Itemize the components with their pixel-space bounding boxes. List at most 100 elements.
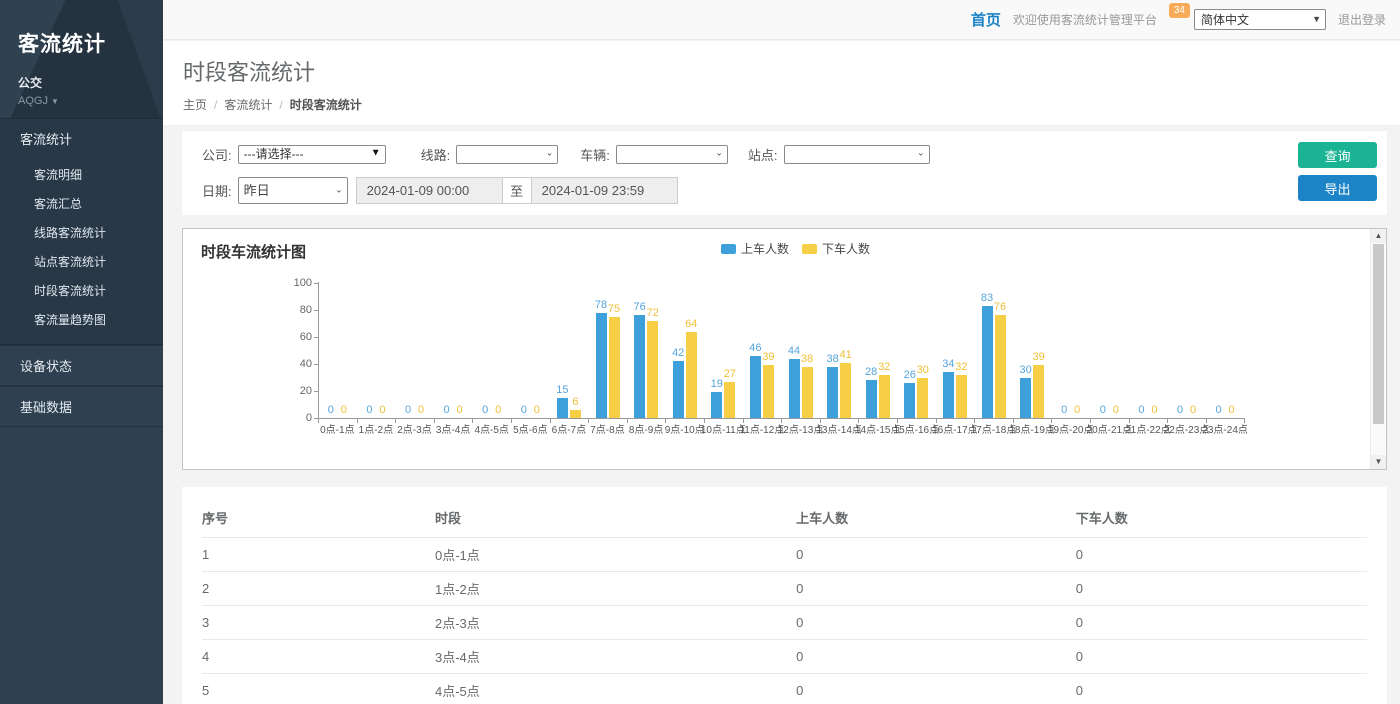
sidebar-subitem-线路客流统计[interactable]: 线路客流统计 [0, 218, 163, 247]
x-tick-label: 2点-3点 [395, 421, 434, 436]
bar-下车人数[interactable] [995, 315, 1006, 418]
sidebar-menu: 客流统计客流明细客流汇总线路客流统计站点客流统计时段客流统计客流量趋势图设备状态… [0, 118, 163, 427]
company-select[interactable]: ---请选择--- [238, 145, 386, 164]
language-select[interactable]: 简体中文 [1194, 9, 1326, 30]
vehicle-select-wrap: ⌄ [616, 145, 728, 164]
bar-上车人数[interactable] [827, 367, 838, 418]
filter-panel: 公司: ---请选择--- ▼ 线路: ⌄ 车辆: ⌄ 站点: [182, 131, 1387, 215]
breadcrumb-home[interactable]: 主页 [183, 96, 207, 113]
bar-上车人数[interactable] [596, 313, 607, 418]
bar-上车人数[interactable] [943, 372, 954, 418]
scroll-up-icon[interactable]: ▲ [1371, 229, 1386, 243]
table-header-cell: 时段 [435, 499, 796, 538]
chart-vertical-scrollbar[interactable]: ▲ ▼ [1370, 229, 1386, 469]
table-header-cell: 序号 [202, 499, 435, 538]
sidebar-item-客流统计[interactable]: 客流统计 [0, 118, 163, 158]
sidebar-subitem-客流明细[interactable]: 客流明细 [0, 160, 163, 189]
company-select-wrap: ---请选择--- ▼ [238, 145, 386, 164]
sidebar-subitem-站点客流统计[interactable]: 站点客流统计 [0, 247, 163, 276]
table-cell: 1 [202, 538, 435, 572]
bar-下车人数[interactable] [686, 332, 697, 418]
date-preset-select[interactable]: 昨日 [238, 177, 348, 204]
bar-上车人数[interactable] [982, 306, 993, 418]
bar-value-label: 6 [561, 396, 590, 408]
logout-link[interactable]: 退出登录 [1338, 11, 1386, 28]
sidebar-subitem-客流汇总[interactable]: 客流汇总 [0, 189, 163, 218]
bar-上车人数[interactable] [789, 359, 800, 418]
bar-下车人数[interactable] [647, 321, 658, 418]
date-start-input[interactable] [356, 177, 503, 204]
bar-value-label: 32 [947, 361, 976, 373]
y-tick-label: 80 [278, 304, 312, 316]
scrollbar-thumb[interactable] [1373, 244, 1384, 424]
x-tick-label: 22点-23点 [1167, 421, 1206, 436]
table-row[interactable]: 43点-4点00 [202, 640, 1367, 674]
y-tick-label: 0 [278, 412, 312, 424]
x-tick-label: 15点-16点 [897, 421, 936, 436]
line-select[interactable] [456, 145, 558, 164]
notification-badge[interactable]: 34 [1169, 3, 1190, 18]
vehicle-label: 车辆: [580, 145, 610, 164]
bar-下车人数[interactable] [1033, 365, 1044, 418]
table-row[interactable]: 32点-3点00 [202, 606, 1367, 640]
sidebar-subitem-时段客流统计[interactable]: 时段客流统计 [0, 276, 163, 305]
table-row[interactable]: 10点-1点00 [202, 538, 1367, 572]
table-cell: 1点-2点 [435, 572, 796, 606]
bar-上车人数[interactable] [673, 361, 684, 418]
vehicle-select[interactable] [616, 145, 728, 164]
home-link[interactable]: 首页 [971, 9, 1001, 30]
breadcrumb-current: 时段客流统计 [290, 96, 362, 113]
bar-下车人数[interactable] [724, 382, 735, 418]
table-row[interactable]: 54点-5点00 [202, 674, 1367, 704]
table-panel: 序号时段上车人数下车人数 10点-1点0021点-2点0032点-3点0043点… [182, 487, 1387, 704]
bar-下车人数[interactable] [802, 367, 813, 418]
sidebar-submenu: 客流明细客流汇总线路客流统计站点客流统计时段客流统计客流量趋势图 [0, 158, 163, 344]
breadcrumb-separator: / [279, 98, 282, 112]
scroll-down-icon[interactable]: ▼ [1371, 455, 1386, 469]
bar-下车人数[interactable] [609, 317, 620, 418]
bar-下车人数[interactable] [879, 375, 890, 418]
breadcrumb-section[interactable]: 客流统计 [224, 96, 272, 113]
table-cell: 0 [1076, 674, 1367, 704]
table-row[interactable]: 21点-2点00 [202, 572, 1367, 606]
x-tick-label: 4点-5点 [472, 421, 511, 436]
query-button[interactable]: 查询 [1298, 142, 1377, 168]
bar-value-label: 27 [715, 368, 744, 380]
x-tick-label: 1点-2点 [357, 421, 396, 436]
bar-下车人数[interactable] [763, 365, 774, 418]
sidebar-item-基础数据[interactable]: 基础数据 [0, 386, 163, 426]
station-select-wrap: ⌄ [784, 145, 930, 164]
bar-上车人数[interactable] [711, 392, 722, 418]
date-end-input[interactable] [531, 177, 678, 204]
table-cell: 4 [202, 640, 435, 674]
chart-plot-area: 0204060801000点-1点001点-2点002点-3点003点-4点00… [183, 229, 1370, 469]
table-cell: 3 [202, 606, 435, 640]
x-tick-label: 13点-14点 [820, 421, 859, 436]
bar-上车人数[interactable] [634, 315, 645, 418]
sidebar-subitem-客流量趋势图[interactable]: 客流量趋势图 [0, 305, 163, 334]
table-cell: 0 [1076, 640, 1367, 674]
table-body: 10点-1点0021点-2点0032点-3点0043点-4点0054点-5点00… [202, 538, 1367, 704]
app-window: 客流统计 公交 AQGJ ▼ 客流统计客流明细客流汇总线路客流统计站点客流统计时… [0, 0, 1400, 704]
sidebar-item-设备状态[interactable]: 设备状态 [0, 345, 163, 385]
bar-下车人数[interactable] [570, 410, 581, 418]
breadcrumb: 主页 / 客流统计 / 时段客流统计 [183, 96, 1400, 113]
bar-上车人数[interactable] [866, 380, 877, 418]
bar-上车人数[interactable] [1020, 378, 1031, 419]
org-code-dropdown[interactable]: AQGJ ▼ [18, 95, 145, 107]
y-tick-mark [314, 391, 318, 392]
x-tick-label: 7点-8点 [588, 421, 627, 436]
export-button[interactable]: 导出 [1298, 175, 1377, 201]
station-select[interactable] [784, 145, 930, 164]
filter-row-1: 公司: ---请选择--- ▼ 线路: ⌄ 车辆: ⌄ 站点: [202, 144, 1367, 164]
bar-上车人数[interactable] [750, 356, 761, 418]
table-cell: 0 [1076, 538, 1367, 572]
bar-下车人数[interactable] [956, 375, 967, 418]
table-cell: 0 [796, 674, 1076, 704]
bar-下车人数[interactable] [917, 378, 928, 419]
bar-下车人数[interactable] [840, 363, 851, 418]
bar-上车人数[interactable] [904, 383, 915, 418]
y-tick-mark [314, 310, 318, 311]
y-tick-mark [314, 283, 318, 284]
table-cell: 2点-3点 [435, 606, 796, 640]
